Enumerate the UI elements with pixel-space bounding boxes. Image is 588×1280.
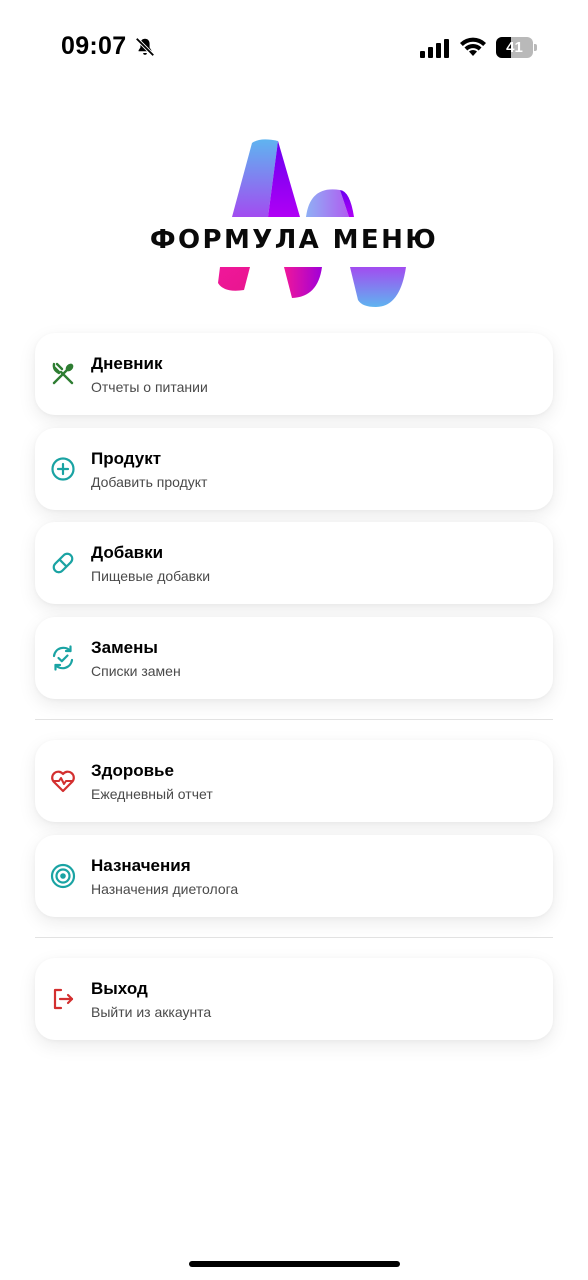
menu-item-health[interactable]: Здоровье Ежедневный отчет [35, 740, 553, 822]
menu-item-subtitle: Списки замен [91, 663, 181, 679]
home-indicator[interactable] [189, 1261, 400, 1267]
battery-level: 41 [506, 39, 523, 56]
menu-item-subtitle: Выйти из аккаунта [91, 1004, 212, 1020]
menu-item-title: Назначения [91, 856, 191, 875]
target-icon [49, 862, 77, 890]
menu-divider [35, 719, 553, 720]
heart-pulse-icon [49, 767, 77, 795]
plus-circle-icon [49, 455, 77, 483]
menu-item-subtitle: Назначения диетолога [91, 881, 239, 897]
menu-item-title: Здоровье [91, 761, 174, 780]
fork-spoon-icon [49, 360, 77, 388]
bell-slash-icon [135, 37, 155, 57]
menu-divider [35, 937, 553, 938]
menu-item-product[interactable]: Продукт Добавить продукт [35, 428, 553, 510]
menu-item-subtitle: Отчеты о питании [91, 379, 208, 395]
pill-icon [49, 549, 77, 577]
logout-icon [49, 985, 77, 1013]
battery-icon: 41 [496, 37, 537, 58]
status-bar: 09:07 41 [0, 0, 588, 96]
app-logo: ФОРМУЛА МЕНЮ [144, 135, 444, 310]
menu-item-diary[interactable]: Дневник Отчеты о питании [35, 333, 553, 415]
signal-icon [420, 39, 449, 58]
menu-item-title: Дневник [91, 354, 163, 373]
logo-graphic [218, 139, 406, 307]
menu-item-title: Добавки [91, 543, 164, 562]
menu-item-subtitle: Ежедневный отчет [91, 786, 213, 802]
menu-item-supplements[interactable]: Добавки Пищевые добавки [35, 522, 553, 604]
menu-item-title: Замены [91, 638, 158, 657]
menu-item-subtitle: Добавить продукт [91, 474, 208, 490]
menu-item-replacements[interactable]: Замены Списки замен [35, 617, 553, 699]
logo-text: ФОРМУЛА МЕНЮ [149, 225, 439, 255]
menu-item-title: Выход [91, 979, 148, 998]
status-time: 09:07 [61, 32, 127, 60]
menu-item-subtitle: Пищевые добавки [91, 568, 211, 584]
menu-item-title: Продукт [91, 449, 162, 468]
menu-item-prescriptions[interactable]: Назначения Назначения диетолога [35, 835, 553, 917]
refresh-check-icon [49, 644, 77, 672]
menu-item-logout[interactable]: Выход Выйти из аккаунта [35, 958, 553, 1040]
wifi-icon [460, 37, 486, 56]
